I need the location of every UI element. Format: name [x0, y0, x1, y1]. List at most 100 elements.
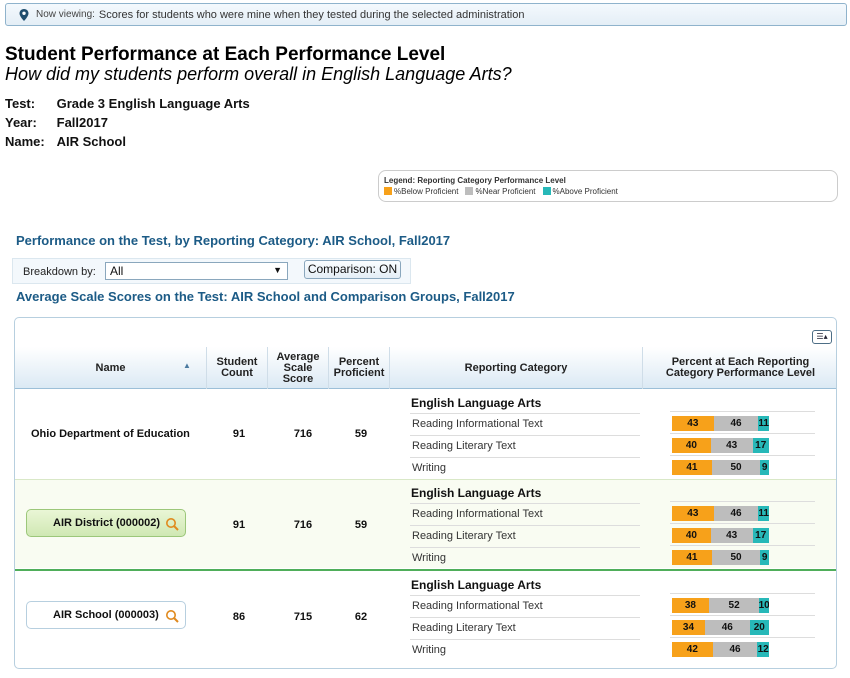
row-percent-proficient: 59	[354, 428, 368, 440]
legend-item-above: %Above Proficient	[542, 187, 618, 196]
now-viewing-banner: Now viewing: Scores for students who wer…	[5, 3, 847, 26]
bar-segment-above: 12	[757, 642, 769, 657]
meta-name: Name: AIR School	[5, 134, 126, 149]
meta-year-value: Fall2017	[56, 115, 108, 130]
category-title: English Language Arts	[411, 396, 542, 410]
drilldown-button-district[interactable]: AIR District (000002)	[26, 509, 186, 537]
legend-item-below: %Below Proficient	[384, 187, 458, 196]
breakdown-label: Breakdown by:	[23, 266, 96, 278]
performance-bar: 43 46 11	[672, 506, 769, 521]
bar-segment-above: 11	[758, 416, 769, 431]
row-name: Ohio Department of Education	[31, 428, 190, 440]
breakdown-select[interactable]: All ▼	[105, 262, 288, 280]
drilldown-button-school[interactable]: AIR School (000003)	[26, 601, 186, 629]
table-header: Name ▲ Student Count Average Scale Score…	[15, 347, 836, 389]
category-line: Reading Informational Text	[410, 595, 640, 617]
meta-test: Test: Grade 3 English Language Arts	[5, 96, 250, 111]
magnifier-icon	[166, 610, 179, 623]
performance-bar: 34 46 20	[672, 620, 769, 635]
row-average-scale-score: 716	[293, 428, 313, 440]
bar-segment-near: 43	[710, 438, 753, 453]
level-bar-line: 41 50 9	[670, 545, 815, 567]
page-title: Student Performance at Each Performance …	[5, 44, 446, 65]
row-percent-proficient: 59	[354, 519, 368, 531]
bar-segment-near: 43	[710, 528, 753, 543]
meta-test-label: Test:	[5, 96, 36, 111]
bar-segment-above: 20	[749, 620, 769, 635]
table-row: AIR District (000002) 91 716 59 English …	[15, 479, 836, 569]
table-row: Ohio Department of Education 91 716 59 E…	[15, 390, 836, 479]
header-average-scale-score[interactable]: Average Scale Score	[268, 347, 329, 389]
performance-bar: 40 43 17	[672, 528, 769, 543]
level-bar-line: 40 43 17	[670, 433, 815, 455]
performance-bar: 42 46 12	[672, 642, 769, 657]
row-student-count: 86	[232, 611, 246, 623]
breakdown-select-value: All	[110, 264, 124, 278]
performance-bar: 41 50 9	[672, 550, 769, 565]
level-bar-line: 43 46 11	[670, 501, 815, 523]
header-name[interactable]: Name	[15, 347, 207, 389]
performance-bar: 43 46 11	[672, 416, 769, 431]
bar-segment-above: 9	[760, 460, 769, 475]
banner-prefix: Now viewing:	[36, 9, 95, 20]
legend-item-near: %Near Proficient	[465, 187, 536, 196]
bar-segment-below: 40	[672, 438, 711, 453]
category-title: English Language Arts	[411, 578, 542, 592]
category-line: Writing	[410, 547, 640, 569]
row-name: AIR School (000003)	[53, 609, 159, 621]
bar-segment-below: 43	[672, 506, 714, 521]
bar-segment-above: 10	[759, 598, 769, 613]
level-bar-line: 385210	[670, 593, 815, 615]
legend-swatch-near	[465, 187, 474, 195]
bar-segment-near: 46	[713, 416, 759, 431]
category-title: English Language Arts	[411, 486, 542, 500]
bar-segment-below: 42	[672, 642, 713, 657]
performance-bar: 41 50 9	[672, 460, 769, 475]
row-average-scale-score: 716	[293, 519, 313, 531]
header-student-count[interactable]: Student Count	[207, 347, 268, 389]
bar-segment-below: 40	[672, 528, 711, 543]
row-name: AIR District (000002)	[53, 517, 160, 529]
location-pin-icon	[19, 9, 29, 21]
level-bar-line: 42 46 12	[670, 637, 815, 659]
meta-year: Year: Fall2017	[5, 115, 108, 130]
section-title-average-scores: Average Scale Scores on the Test: AIR Sc…	[16, 289, 515, 304]
category-line: Reading Literary Text	[410, 617, 640, 639]
bar-segment-above: 17	[752, 528, 769, 543]
dropdown-arrow-icon: ▼	[273, 265, 282, 275]
category-line: Writing	[410, 639, 640, 661]
column-menu-icon[interactable]: ☰▴	[812, 330, 832, 344]
level-bar-line: 43 46 11	[670, 411, 815, 433]
category-line: Reading Literary Text	[410, 525, 640, 547]
performance-bar: 385210	[672, 598, 769, 613]
legend-swatch-above	[542, 187, 551, 195]
level-bar-line: 41 50 9	[670, 455, 815, 477]
row-percent-proficient: 62	[354, 611, 368, 623]
header-percent-proficient[interactable]: Percent Proficient	[329, 347, 390, 389]
banner-message: Scores for students who were mine when t…	[98, 8, 525, 21]
header-reporting-category: Reporting Category	[390, 347, 643, 389]
header-performance-levels: Percent at Each Reporting Category Perfo…	[665, 356, 816, 379]
bar-segment-near: 46	[704, 620, 750, 635]
bar-segment-below: 34	[672, 620, 705, 635]
bar-segment-below: 38	[672, 598, 709, 613]
legend-swatch-below	[384, 187, 392, 195]
legend-title: Legend: Reporting Category Performance L…	[384, 176, 566, 185]
category-line: Writing	[410, 457, 640, 479]
legend: Legend: Reporting Category Performance L…	[378, 170, 838, 202]
level-bar-line: 40 43 17	[670, 523, 815, 545]
comparison-toggle-button[interactable]: Comparison: ON	[304, 260, 401, 279]
bar-segment-below: 41	[672, 550, 712, 565]
bar-segment-near: 52	[708, 598, 760, 613]
meta-name-value: AIR School	[56, 134, 126, 149]
section-title-performance: Performance on the Test, by Reporting Ca…	[16, 233, 451, 248]
page-subtitle: How did my students perform overall in E…	[5, 64, 512, 84]
meta-test-value: Grade 3 English Language Arts	[56, 96, 250, 111]
meta-name-label: Name:	[5, 134, 45, 149]
row-student-count: 91	[232, 519, 246, 531]
sort-ascending-icon[interactable]: ▲	[183, 361, 191, 370]
bar-segment-above: 17	[752, 438, 769, 453]
bar-segment-above: 9	[760, 550, 769, 565]
category-line: Reading Literary Text	[410, 435, 640, 457]
row-student-count: 91	[232, 428, 246, 440]
